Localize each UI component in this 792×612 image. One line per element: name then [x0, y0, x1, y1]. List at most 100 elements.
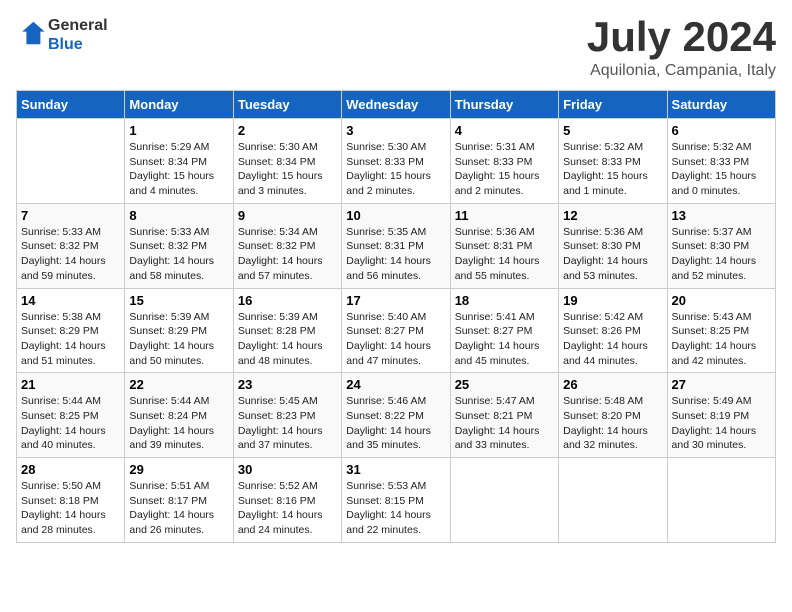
day-number: 20 [672, 293, 771, 308]
calendar-cell: 21 Sunrise: 5:44 AM Sunset: 8:25 PM Dayli… [17, 373, 125, 458]
calendar-cell: 26 Sunrise: 5:48 AM Sunset: 8:20 PM Dayli… [559, 373, 667, 458]
day-info: Sunrise: 5:45 AM Sunset: 8:23 PM Dayligh… [238, 394, 337, 453]
calendar-table: SundayMondayTuesdayWednesdayThursdayFrid… [16, 90, 776, 543]
calendar-cell: 9 Sunrise: 5:34 AM Sunset: 8:32 PM Daylig… [233, 203, 341, 288]
calendar-cell: 25 Sunrise: 5:47 AM Sunset: 8:21 PM Dayli… [450, 373, 558, 458]
day-number: 12 [563, 208, 662, 223]
calendar-header-row: SundayMondayTuesdayWednesdayThursdayFrid… [17, 91, 776, 119]
calendar-week-3: 14 Sunrise: 5:38 AM Sunset: 8:29 PM Dayli… [17, 288, 776, 373]
day-info: Sunrise: 5:36 AM Sunset: 8:31 PM Dayligh… [455, 225, 554, 284]
day-number: 28 [21, 462, 120, 477]
calendar-cell [667, 458, 775, 543]
logo-icon [18, 19, 46, 47]
day-info: Sunrise: 5:33 AM Sunset: 8:32 PM Dayligh… [129, 225, 228, 284]
day-info: Sunrise: 5:32 AM Sunset: 8:33 PM Dayligh… [563, 140, 662, 199]
day-info: Sunrise: 5:52 AM Sunset: 8:16 PM Dayligh… [238, 479, 337, 538]
calendar-cell: 6 Sunrise: 5:32 AM Sunset: 8:33 PM Daylig… [667, 119, 775, 204]
calendar-cell: 30 Sunrise: 5:52 AM Sunset: 8:16 PM Dayli… [233, 458, 341, 543]
calendar-cell: 15 Sunrise: 5:39 AM Sunset: 8:29 PM Dayli… [125, 288, 233, 373]
calendar-cell: 24Sunrise: 5:46 AM Sunset: 8:22 PM Dayli… [342, 373, 450, 458]
day-number: 17 [346, 293, 445, 308]
calendar-cell [450, 458, 558, 543]
day-number: 14 [21, 293, 120, 308]
day-number: 21 [21, 377, 120, 392]
logo-blue: Blue [48, 35, 108, 54]
weekday-header-monday: Monday [125, 91, 233, 119]
weekday-header-saturday: Saturday [667, 91, 775, 119]
day-number: 7 [21, 208, 120, 223]
day-info: Sunrise: 5:46 AM Sunset: 8:22 PM Dayligh… [346, 394, 445, 453]
logo-general: General [48, 16, 108, 35]
day-info: Sunrise: 5:40 AM Sunset: 8:27 PM Dayligh… [346, 310, 445, 369]
day-info: Sunrise: 5:29 AM Sunset: 8:34 PM Dayligh… [129, 140, 228, 199]
day-info: Sunrise: 5:38 AM Sunset: 8:29 PM Dayligh… [21, 310, 120, 369]
day-info: Sunrise: 5:37 AM Sunset: 8:30 PM Dayligh… [672, 225, 771, 284]
weekday-header-friday: Friday [559, 91, 667, 119]
calendar-cell: 13Sunrise: 5:37 AM Sunset: 8:30 PM Dayli… [667, 203, 775, 288]
calendar-cell: 22Sunrise: 5:44 AM Sunset: 8:24 PM Dayli… [125, 373, 233, 458]
calendar-cell [559, 458, 667, 543]
logo: General Blue [16, 16, 108, 54]
day-info: Sunrise: 5:43 AM Sunset: 8:25 PM Dayligh… [672, 310, 771, 369]
day-number: 16 [238, 293, 337, 308]
calendar-cell: 28 Sunrise: 5:50 AM Sunset: 8:18 PM Dayli… [17, 458, 125, 543]
day-info: Sunrise: 5:48 AM Sunset: 8:20 PM Dayligh… [563, 394, 662, 453]
day-info: Sunrise: 5:47 AM Sunset: 8:21 PM Dayligh… [455, 394, 554, 453]
title-block: July 2024 Aquilonia, Campania, Italy [587, 16, 776, 80]
calendar-cell: 27Sunrise: 5:49 AM Sunset: 8:19 PM Dayli… [667, 373, 775, 458]
day-number: 22 [129, 377, 228, 392]
calendar-cell: 2Sunrise: 5:30 AM Sunset: 8:34 PM Daylig… [233, 119, 341, 204]
day-number: 15 [129, 293, 228, 308]
day-number: 3 [346, 123, 445, 138]
day-info: Sunrise: 5:39 AM Sunset: 8:29 PM Dayligh… [129, 310, 228, 369]
calendar-week-2: 7 Sunrise: 5:33 AM Sunset: 8:32 PM Daylig… [17, 203, 776, 288]
day-number: 31 [346, 462, 445, 477]
calendar-cell: 8 Sunrise: 5:33 AM Sunset: 8:32 PM Daylig… [125, 203, 233, 288]
day-info: Sunrise: 5:31 AM Sunset: 8:33 PM Dayligh… [455, 140, 554, 199]
calendar-week-4: 21 Sunrise: 5:44 AM Sunset: 8:25 PM Dayli… [17, 373, 776, 458]
day-info: Sunrise: 5:41 AM Sunset: 8:27 PM Dayligh… [455, 310, 554, 369]
calendar-cell: 1Sunrise: 5:29 AM Sunset: 8:34 PM Daylig… [125, 119, 233, 204]
calendar-cell: 16Sunrise: 5:39 AM Sunset: 8:28 PM Dayli… [233, 288, 341, 373]
calendar-cell [17, 119, 125, 204]
day-info: Sunrise: 5:30 AM Sunset: 8:33 PM Dayligh… [346, 140, 445, 199]
day-number: 30 [238, 462, 337, 477]
calendar-cell: 4 Sunrise: 5:31 AM Sunset: 8:33 PM Daylig… [450, 119, 558, 204]
calendar-cell: 17 Sunrise: 5:40 AM Sunset: 8:27 PM Dayli… [342, 288, 450, 373]
day-number: 8 [129, 208, 228, 223]
calendar-week-1: 1Sunrise: 5:29 AM Sunset: 8:34 PM Daylig… [17, 119, 776, 204]
day-number: 26 [563, 377, 662, 392]
calendar-cell: 11Sunrise: 5:36 AM Sunset: 8:31 PM Dayli… [450, 203, 558, 288]
day-info: Sunrise: 5:44 AM Sunset: 8:25 PM Dayligh… [21, 394, 120, 453]
weekday-header-tuesday: Tuesday [233, 91, 341, 119]
calendar-body: 1Sunrise: 5:29 AM Sunset: 8:34 PM Daylig… [17, 119, 776, 543]
day-info: Sunrise: 5:32 AM Sunset: 8:33 PM Dayligh… [672, 140, 771, 199]
calendar-cell: 10Sunrise: 5:35 AM Sunset: 8:31 PM Dayli… [342, 203, 450, 288]
day-number: 25 [455, 377, 554, 392]
calendar-cell: 14 Sunrise: 5:38 AM Sunset: 8:29 PM Dayli… [17, 288, 125, 373]
day-number: 5 [563, 123, 662, 138]
weekday-header-wednesday: Wednesday [342, 91, 450, 119]
day-number: 9 [238, 208, 337, 223]
day-info: Sunrise: 5:50 AM Sunset: 8:18 PM Dayligh… [21, 479, 120, 538]
day-number: 2 [238, 123, 337, 138]
day-number: 18 [455, 293, 554, 308]
weekday-header-sunday: Sunday [17, 91, 125, 119]
day-info: Sunrise: 5:36 AM Sunset: 8:30 PM Dayligh… [563, 225, 662, 284]
day-number: 4 [455, 123, 554, 138]
day-info: Sunrise: 5:49 AM Sunset: 8:19 PM Dayligh… [672, 394, 771, 453]
calendar-cell: 31 Sunrise: 5:53 AM Sunset: 8:15 PM Dayli… [342, 458, 450, 543]
day-info: Sunrise: 5:53 AM Sunset: 8:15 PM Dayligh… [346, 479, 445, 538]
calendar-cell: 19Sunrise: 5:42 AM Sunset: 8:26 PM Dayli… [559, 288, 667, 373]
day-number: 6 [672, 123, 771, 138]
weekday-header-thursday: Thursday [450, 91, 558, 119]
day-info: Sunrise: 5:33 AM Sunset: 8:32 PM Dayligh… [21, 225, 120, 284]
day-info: Sunrise: 5:34 AM Sunset: 8:32 PM Dayligh… [238, 225, 337, 284]
day-info: Sunrise: 5:35 AM Sunset: 8:31 PM Dayligh… [346, 225, 445, 284]
day-number: 29 [129, 462, 228, 477]
calendar-cell: 20 Sunrise: 5:43 AM Sunset: 8:25 PM Dayli… [667, 288, 775, 373]
location-title: Aquilonia, Campania, Italy [587, 62, 776, 80]
calendar-cell: 18 Sunrise: 5:41 AM Sunset: 8:27 PM Dayli… [450, 288, 558, 373]
day-number: 23 [238, 377, 337, 392]
calendar-cell: 5 Sunrise: 5:32 AM Sunset: 8:33 PM Daylig… [559, 119, 667, 204]
